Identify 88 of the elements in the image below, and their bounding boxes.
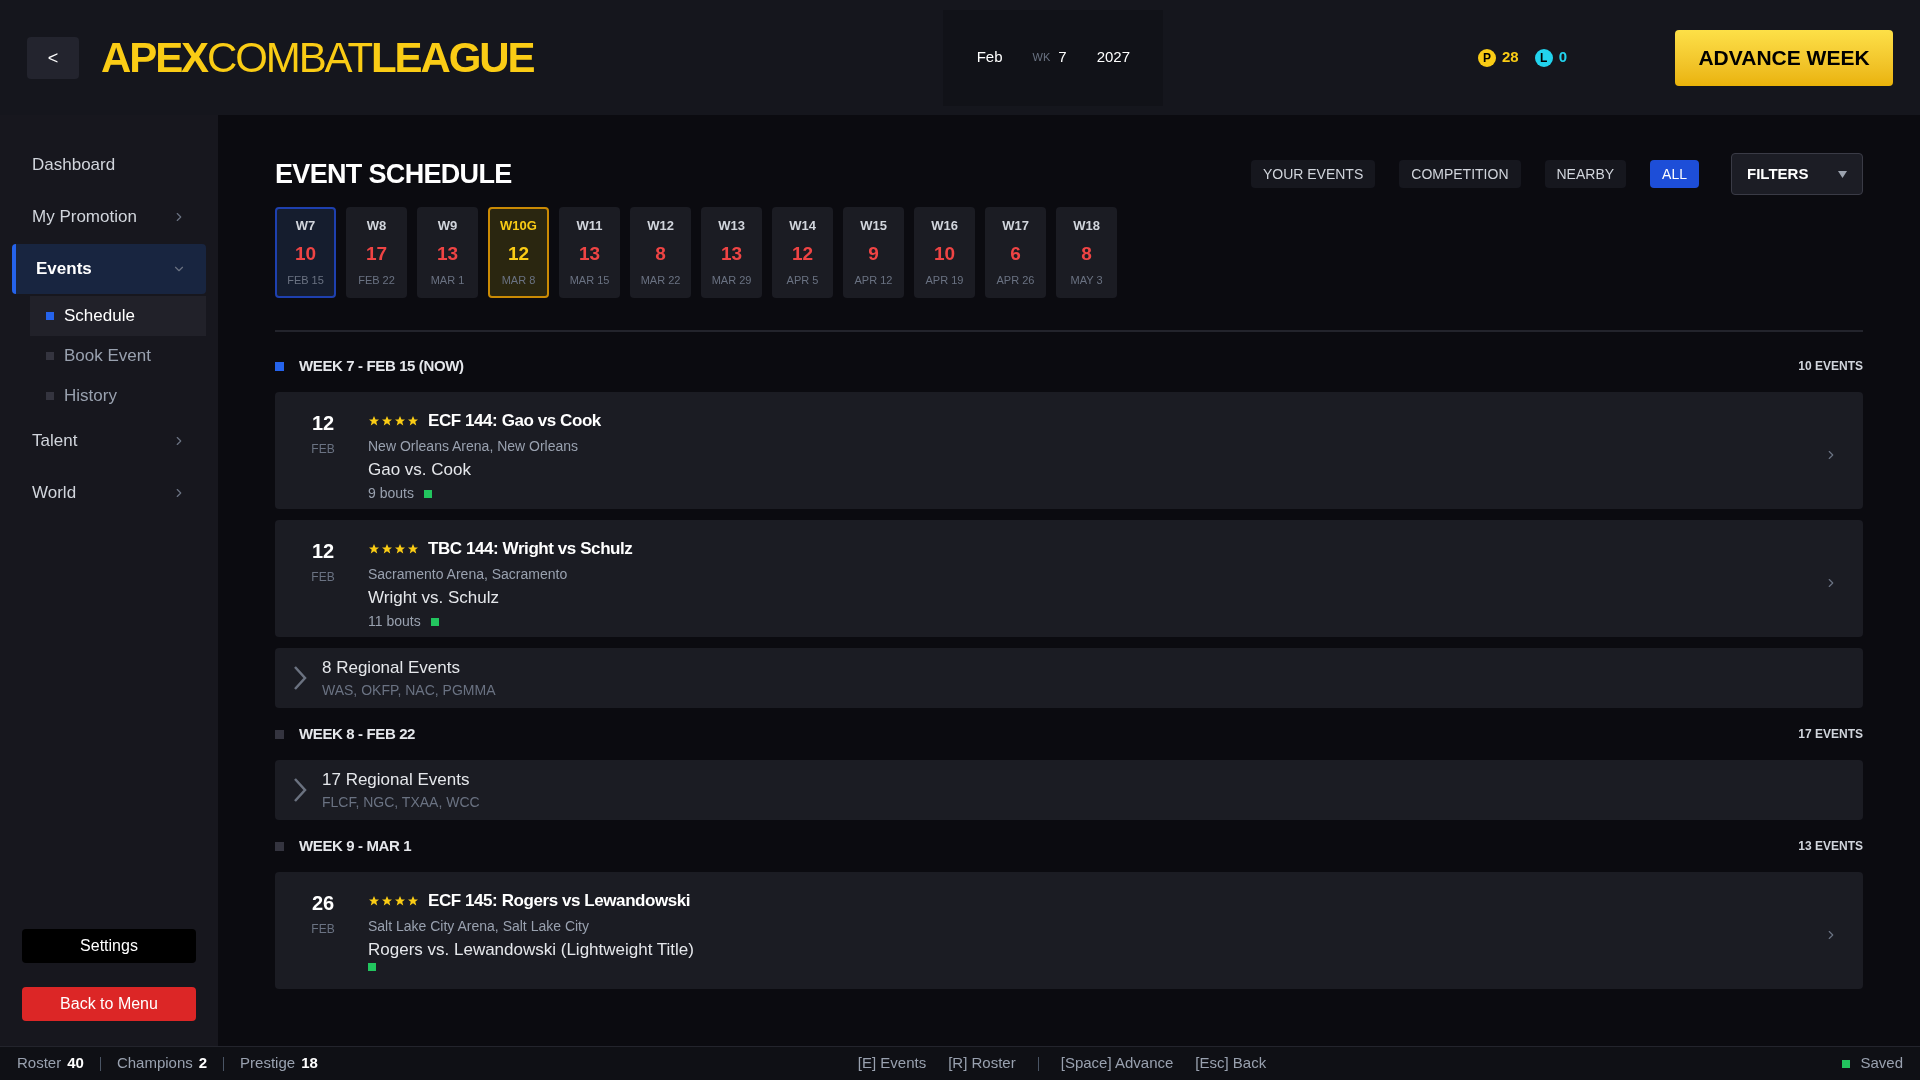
stat-label: Prestige xyxy=(240,1053,296,1074)
main-event-text: Gao vs. Cook xyxy=(368,458,472,481)
event-month: FEB xyxy=(311,441,335,458)
week-heading: WEEK 8 - FEB 22 xyxy=(299,723,416,744)
week-tile[interactable]: W18 8 MAY 3 xyxy=(1056,207,1117,298)
venue-text: New Orleans Arena, New Orleans xyxy=(368,436,580,456)
bouts-text: 9 bouts xyxy=(368,484,414,503)
currency-icon: L xyxy=(1534,48,1553,67)
week-number: 7 xyxy=(1058,47,1067,68)
chevron-right-icon xyxy=(293,777,307,803)
event-title: TBC 144: Wright vs Schulz xyxy=(428,538,633,560)
event-count: 13 EVENTS xyxy=(1798,838,1863,855)
event-month: FEB xyxy=(311,921,335,938)
caret-down-icon xyxy=(1838,170,1847,178)
month-text: Feb xyxy=(976,47,1003,68)
stat-value: 18 xyxy=(301,1053,318,1074)
chevron-right-icon xyxy=(293,665,307,691)
venue-text: Salt Lake City Arena, Salt Lake City xyxy=(368,916,590,936)
nav-item[interactable]: Dashboard xyxy=(12,140,206,190)
filters-dropdown[interactable]: FILTERS xyxy=(1731,153,1863,195)
page-title: EVENT SCHEDULE xyxy=(275,157,512,191)
week-tile[interactable]: W14 12 APR 5 xyxy=(772,207,833,298)
year-text: 2027 xyxy=(1096,47,1130,68)
bullet-icon xyxy=(46,312,54,320)
shortcut-hint: [Esc] Back xyxy=(1195,1053,1267,1074)
regional-events-row[interactable]: 17 Regional Events FLCF, NGC, TXAA, WCC xyxy=(275,760,1863,820)
week-tile[interactable]: W12 8 MAR 22 xyxy=(630,207,691,298)
filter-tab[interactable]: COMPETITION xyxy=(1399,160,1521,188)
save-status: Saved xyxy=(1860,1053,1903,1074)
sub-nav-item[interactable]: History xyxy=(30,376,206,416)
week-tile[interactable]: W17 6 APR 26 xyxy=(985,207,1046,298)
regional-title: 17 Regional Events xyxy=(322,768,471,791)
regional-orgs: WAS, OKFP, NAC, PGMMA xyxy=(322,681,496,701)
nav-item[interactable]: Talent xyxy=(12,416,206,466)
week-tile[interactable]: W8 17 FEB 22 xyxy=(346,207,407,298)
bouts-text: 11 bouts xyxy=(368,612,421,631)
shortcut-hint: [R] Roster xyxy=(948,1053,1016,1074)
week-tile[interactable]: W7 10 FEB 15 xyxy=(275,207,336,298)
event-card[interactable]: 12 FEB TBC 144: Wright vs Schulz Sacramento Arena, Sacramento Wright vs. Schulz 11 bouts xyxy=(275,520,1863,637)
filter-tab[interactable]: YOUR EVENTS xyxy=(1250,160,1376,188)
main-event-text: Rogers vs. Lewandowski (Lightweight Title) xyxy=(368,938,694,961)
back-to-menu-button[interactable]: Back to Menu xyxy=(22,987,196,1021)
week-tile[interactable]: W10G 12 MAR 8 xyxy=(488,207,549,298)
venue-text: Sacramento Arena, Sacramento xyxy=(368,564,569,584)
logo: APEXCOMBATLEAGUE xyxy=(101,33,534,83)
back-button[interactable]: < xyxy=(27,36,79,79)
regional-events-row[interactable]: 8 Regional Events WAS, OKFP, NAC, PGMMA xyxy=(275,648,1863,708)
event-day: 12 xyxy=(311,536,335,566)
week-heading: WEEK 7 - FEB 15 (NOW) xyxy=(299,355,464,376)
nav-item[interactable]: World xyxy=(12,468,206,518)
regional-title: 8 Regional Events xyxy=(322,656,461,679)
week-label: WK xyxy=(1032,50,1051,66)
main-event-text: Wright vs. Schulz xyxy=(368,586,500,609)
sub-nav-item[interactable]: Schedule xyxy=(30,296,206,336)
week-tile[interactable]: W9 13 MAR 1 xyxy=(417,207,478,298)
regional-orgs: FLCF, NGC, TXAA, WCC xyxy=(322,793,480,813)
stat-value: 40 xyxy=(67,1053,84,1074)
event-month: FEB xyxy=(311,569,335,586)
event-count: 17 EVENTS xyxy=(1798,726,1863,743)
event-card[interactable]: 12 FEB ECF 144: Gao vs Cook New Orleans Arena, New Orleans Gao vs. Cook 9 bouts xyxy=(275,392,1863,509)
week-tile[interactable]: W15 9 APR 12 xyxy=(843,207,904,298)
week-tile[interactable]: W16 10 APR 19 xyxy=(914,207,975,298)
week-tile[interactable]: W11 13 MAR 15 xyxy=(559,207,620,298)
stat-label: Champions xyxy=(116,1053,193,1074)
event-count: 10 EVENTS xyxy=(1798,358,1863,375)
event-title: ECF 144: Gao vs Cook xyxy=(428,410,601,432)
event-card[interactable]: 26 FEB ECF 145: Rogers vs Lewandowski Salt Lake City Arena, Salt Lake City Rogers vs. Lewandowski (Lightweight Title) xyxy=(275,872,1863,989)
shortcut-hint: [E] Events xyxy=(857,1053,927,1074)
nav-item[interactable]: My Promotion xyxy=(12,192,206,242)
bullet-icon xyxy=(46,392,54,400)
currency-value: 0 xyxy=(1558,47,1567,68)
week-tile[interactable]: W13 13 MAR 29 xyxy=(701,207,762,298)
event-title: ECF 145: Rogers vs Lewandowski xyxy=(428,890,691,912)
currency-icon: P xyxy=(1477,48,1496,67)
week-heading: WEEK 9 - MAR 1 xyxy=(299,835,412,856)
advance-week-button[interactable]: ADVANCE WEEK xyxy=(1675,29,1893,86)
currency-value: 28 xyxy=(1501,47,1519,68)
stat-label: Roster xyxy=(17,1053,62,1074)
event-day: 26 xyxy=(311,888,335,918)
filter-tab[interactable]: NEARBY xyxy=(1544,160,1627,188)
bullet-icon xyxy=(46,352,54,360)
shortcut-hint: [Space] Advance xyxy=(1060,1053,1174,1074)
settings-button[interactable]: Settings xyxy=(22,929,196,963)
filter-tab[interactable]: ALL xyxy=(1650,160,1699,188)
nav-item[interactable]: Events xyxy=(12,244,206,294)
event-day: 12 xyxy=(311,408,335,438)
sub-nav-item[interactable]: Book Event xyxy=(30,336,206,376)
stat-value: 2 xyxy=(198,1053,208,1074)
